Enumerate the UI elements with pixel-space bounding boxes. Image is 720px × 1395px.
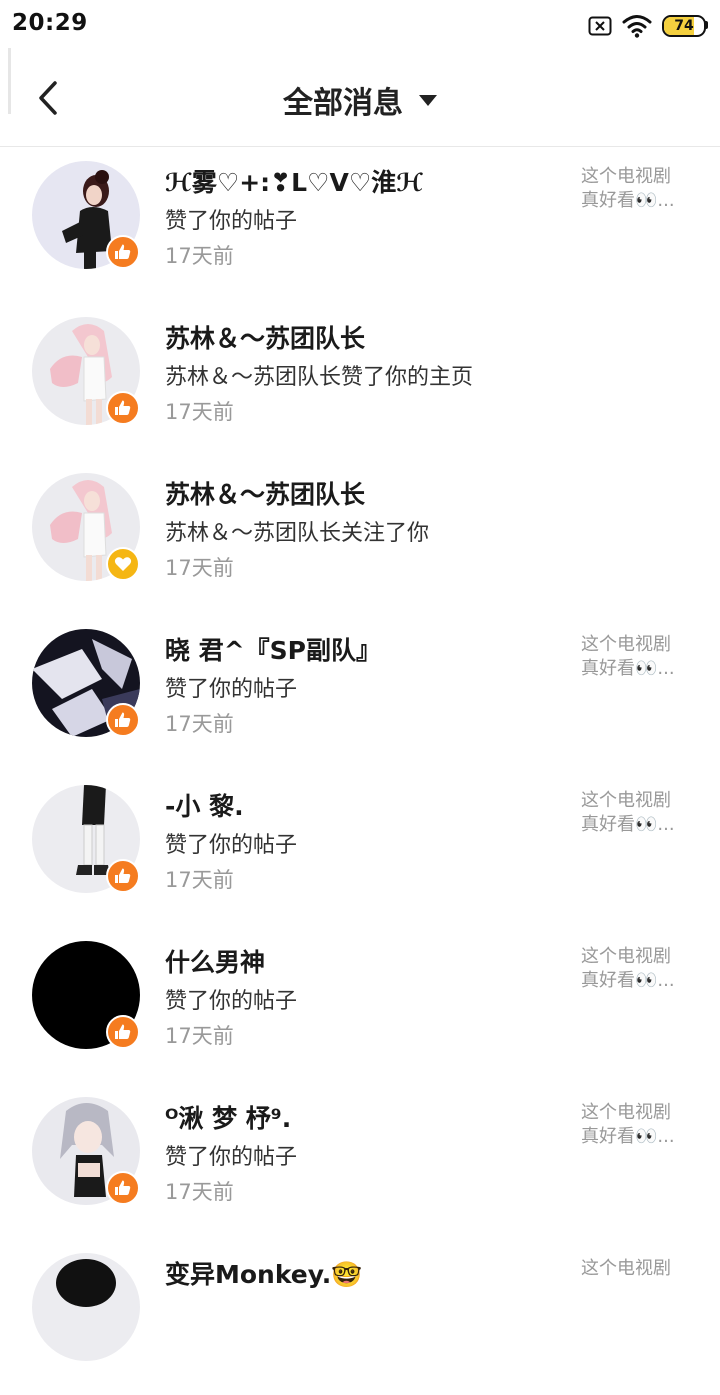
sender-name: ᴼ湫 梦 杼⁹. xyxy=(165,1104,292,1133)
message-item[interactable]: 苏林＆～苏团队长 苏林＆～苏团队长关注了你 17天前 xyxy=(0,459,720,615)
message-list: ℋ雾♡+:❣L♡V♡淮ℋ 赞了你的帖子 17天前 这个电视剧 真好看👀... 苏… xyxy=(0,147,720,1395)
sender-name: 晓 君^『SP副队』 xyxy=(165,636,381,665)
message-item[interactable]: 晓 君^『SP副队』 赞了你的帖子 17天前 这个电视剧 真好看👀... xyxy=(0,615,720,771)
message-text: 苏林＆～苏团队长关注了你 xyxy=(165,521,430,546)
message-text: 赞了你的帖子 xyxy=(165,209,298,234)
post-preview-line: 真好看👀... xyxy=(581,1126,675,1147)
message-filter-dropdown[interactable]: 全部消息 xyxy=(0,78,720,122)
sender-name: -小 黎. xyxy=(165,792,244,821)
message-item[interactable]: 变异Monkey.🤓 这个电视剧 xyxy=(0,1239,720,1395)
header: 全部消息 xyxy=(0,52,720,147)
post-preview[interactable]: 这个电视剧 真好看👀... xyxy=(581,633,691,681)
message-time: 17天前 xyxy=(165,1024,234,1048)
message-text: 赞了你的帖子 xyxy=(165,833,298,858)
message-item[interactable]: -小 黎. 赞了你的帖子 17天前 这个电视剧 真好看👀... xyxy=(0,771,720,927)
thumbs-up-icon xyxy=(106,1171,140,1205)
battery-indicator: 74 xyxy=(662,15,708,37)
post-preview[interactable]: 这个电视剧 真好看👀... xyxy=(581,945,691,993)
thumbs-up-icon xyxy=(106,859,140,893)
post-preview-line: 真好看👀... xyxy=(581,658,675,679)
post-preview-line: 这个电视剧 xyxy=(581,1258,671,1279)
no-sim-icon xyxy=(588,16,612,36)
avatar[interactable] xyxy=(32,1253,140,1361)
message-item[interactable]: ᴼ湫 梦 杼⁹. 赞了你的帖子 17天前 这个电视剧 真好看👀... xyxy=(0,1083,720,1239)
post-preview-line: 真好看👀... xyxy=(581,190,675,211)
post-preview-line: 这个电视剧 xyxy=(581,946,671,967)
post-preview-line: 真好看👀... xyxy=(581,970,675,991)
sender-name: 什么男神 xyxy=(165,948,266,977)
status-icons: 74 xyxy=(588,12,708,40)
message-item[interactable]: 苏林＆～苏团队长 苏林＆～苏团队长赞了你的主页 17天前 xyxy=(0,303,720,459)
post-preview-line: 这个电视剧 xyxy=(581,166,671,187)
message-text: 赞了你的帖子 xyxy=(165,677,298,702)
sender-name: 变异Monkey.🤓 xyxy=(165,1260,363,1289)
page-title: 全部消息 xyxy=(283,86,403,121)
message-time: 17天前 xyxy=(165,556,234,580)
post-preview-line: 真好看👀... xyxy=(581,814,675,835)
wifi-icon xyxy=(622,15,652,38)
post-preview[interactable]: 这个电视剧 xyxy=(581,1257,691,1281)
message-time: 17天前 xyxy=(165,244,234,268)
post-preview-line: 这个电视剧 xyxy=(581,634,671,655)
thumbs-up-icon xyxy=(106,391,140,425)
post-preview[interactable]: 这个电视剧 真好看👀... xyxy=(581,165,691,213)
status-time: 20:29 xyxy=(12,10,88,36)
thumbs-up-icon xyxy=(106,235,140,269)
message-time: 17天前 xyxy=(165,868,234,892)
thumbs-up-icon xyxy=(106,1015,140,1049)
sender-name: ℋ雾♡+:❣L♡V♡淮ℋ xyxy=(165,168,424,197)
post-preview[interactable]: 这个电视剧 真好看👀... xyxy=(581,1101,691,1149)
post-preview-line: 这个电视剧 xyxy=(581,1102,671,1123)
message-item[interactable]: 什么男神 赞了你的帖子 17天前 这个电视剧 真好看👀... xyxy=(0,927,720,1083)
sender-name: 苏林＆～苏团队长 xyxy=(165,480,366,509)
message-text: 苏林＆～苏团队长赞了你的主页 xyxy=(165,365,474,390)
message-text: 赞了你的帖子 xyxy=(165,1145,298,1170)
battery-level: 74 xyxy=(674,18,694,34)
post-preview[interactable]: 这个电视剧 真好看👀... xyxy=(581,789,691,837)
caret-down-icon xyxy=(419,94,437,106)
message-item[interactable]: ℋ雾♡+:❣L♡V♡淮ℋ 赞了你的帖子 17天前 这个电视剧 真好看👀... xyxy=(0,147,720,303)
message-time: 17天前 xyxy=(165,1180,234,1204)
message-time: 17天前 xyxy=(165,712,234,736)
message-time: 17天前 xyxy=(165,400,234,424)
sender-name: 苏林＆～苏团队长 xyxy=(165,324,366,353)
thumbs-up-icon xyxy=(106,703,140,737)
heart-icon xyxy=(106,547,140,581)
message-text: 赞了你的帖子 xyxy=(165,989,298,1014)
post-preview-line: 这个电视剧 xyxy=(581,790,671,811)
status-bar: 20:29 74 xyxy=(0,0,720,52)
